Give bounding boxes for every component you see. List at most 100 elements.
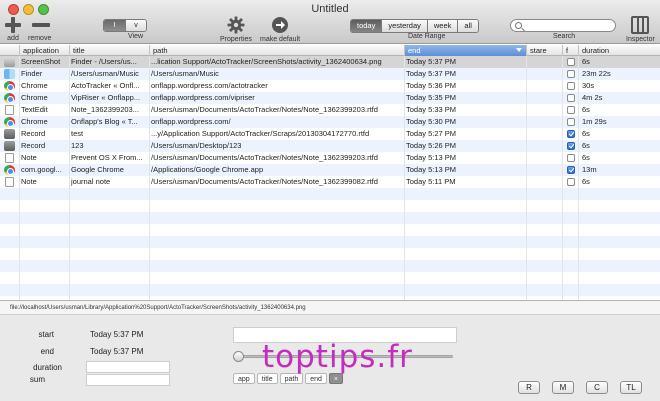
cell-application: Chrome: [21, 93, 48, 102]
cell-application: Record: [21, 141, 46, 150]
cell-path: /Applications/Google Chrome.app: [151, 165, 264, 174]
table-row[interactable]: Chrome Onflapp's Blog « T... onflapp.wordp…: [0, 116, 660, 128]
search-icon: [515, 22, 522, 29]
cell-duration: 6s: [582, 129, 590, 138]
tl-button[interactable]: TL: [620, 381, 642, 394]
remove-label: remove: [28, 35, 52, 42]
flag-checkbox[interactable]: [567, 94, 575, 102]
token-app[interactable]: app: [233, 373, 255, 384]
cell-duration: 23m 22s: [582, 69, 611, 78]
end-value: Today 5:37 PM: [90, 347, 144, 356]
inspector-button[interactable]: Inspector: [626, 16, 655, 43]
duration-field[interactable]: [86, 361, 170, 373]
table-row[interactable]: TextEdit Note_1362399203... /Users/usman/D…: [0, 104, 660, 116]
flag-checkbox[interactable]: [567, 82, 575, 90]
cell-title: test: [71, 129, 84, 138]
table-row[interactable]: Finder/Users/usman/Music/Users/usman/Mus…: [0, 68, 660, 80]
cell-title: journal note: [71, 177, 111, 186]
cell-duration: 30s: [582, 81, 595, 90]
column-header-path[interactable]: path: [149, 45, 404, 56]
flag-checkbox[interactable]: [567, 178, 575, 186]
sum-field[interactable]: [86, 374, 170, 386]
cell-application: com.googl...: [21, 165, 62, 174]
gear-icon: [227, 16, 245, 34]
table-row[interactable]: com.googl... Google Chrome/Applications/G…: [0, 164, 660, 176]
r-button[interactable]: R: [518, 381, 540, 394]
cell-path: /Users/usman/Documents/ActoTracker/Notes…: [151, 105, 378, 114]
m-button[interactable]: M: [552, 381, 574, 394]
flag-checkbox[interactable]: [567, 142, 575, 150]
range-today[interactable]: today: [351, 20, 382, 32]
empty-row: [0, 212, 660, 224]
start-value: Today 5:37 PM: [90, 330, 144, 339]
remove-button[interactable]: remove: [28, 17, 51, 42]
cell-end: Today 5:27 PM: [406, 129, 457, 138]
date-range-selector[interactable]: today yesterday week all: [350, 19, 479, 33]
range-all[interactable]: all: [457, 20, 478, 32]
column-header-title[interactable]: title: [69, 45, 149, 56]
cell-duration: 6s: [582, 177, 590, 186]
make-default-label: make default: [260, 36, 301, 43]
arrow-right-icon: [272, 17, 289, 33]
flag-checkbox[interactable]: [567, 130, 575, 138]
add-button[interactable]: add: [5, 17, 21, 42]
column-header-stare[interactable]: stare: [526, 45, 562, 56]
cell-duration: 6s: [582, 57, 590, 66]
table-row[interactable]: Chrome VipRiser « Onflapp... onflapp.wordp…: [0, 92, 660, 104]
plus-icon: [5, 17, 21, 33]
column-divider: [578, 56, 579, 300]
make-default-button[interactable]: make default: [260, 16, 300, 43]
view-toggle[interactable]: I v: [103, 19, 147, 32]
flag-checkbox[interactable]: [567, 70, 575, 78]
cell-title: ActoTracker « Onfl...: [71, 81, 140, 90]
cell-application: ScreenShot: [21, 57, 61, 66]
cell-application: TextEdit: [21, 105, 48, 114]
table-row[interactable]: Record 123/Users/usman/Desktop/123 Today 5…: [0, 140, 660, 152]
cell-duration: 1m 29s: [582, 117, 607, 126]
column-header-application[interactable]: application: [19, 45, 69, 56]
cell-title: Google Chrome: [71, 165, 124, 174]
watermark: toptips.fr: [262, 339, 413, 375]
search-input[interactable]: [510, 19, 616, 32]
flag-checkbox[interactable]: [567, 166, 575, 174]
date-range-label: Date Range: [408, 33, 446, 40]
column-header-duration[interactable]: duration: [578, 45, 660, 56]
range-week[interactable]: week: [426, 20, 458, 32]
minus-icon: [31, 17, 50, 33]
column-divider: [149, 56, 150, 300]
start-label: start: [38, 330, 54, 339]
cell-end: Today 5:35 PM: [406, 93, 457, 102]
table-row[interactable]: Chrome ActoTracker « Onfl... onflapp.wordp…: [0, 80, 660, 92]
cell-duration: 6s: [582, 141, 590, 150]
cell-path: onflapp.wordpress.com/actotracker: [151, 81, 268, 90]
view-list-option[interactable]: I: [104, 20, 125, 31]
view-detail-option[interactable]: v: [125, 20, 146, 31]
table-row[interactable]: Record test ...y/Application Support/ActoT…: [0, 128, 660, 140]
range-yesterday[interactable]: yesterday: [381, 20, 427, 32]
column-header-f[interactable]: f: [562, 45, 578, 56]
cell-end: Today 5:37 PM: [406, 57, 457, 66]
cell-path: /Users/usman/Documents/ActoTracker/Notes…: [151, 177, 378, 186]
table-row[interactable]: Note journal note/Users/usman/Documents/A…: [0, 176, 660, 188]
c-button[interactable]: C: [586, 381, 608, 394]
table-header: application title path end stare f durat…: [0, 45, 660, 56]
time-slider-knob[interactable]: [233, 351, 244, 362]
empty-row: [0, 236, 660, 248]
flag-checkbox[interactable]: [567, 118, 575, 126]
cell-path: onflapp.wordpress.com/: [151, 117, 231, 126]
flag-checkbox[interactable]: [567, 106, 575, 114]
table-row[interactable]: ScreenShot Finder - /Users/us... ...licati…: [0, 56, 660, 68]
flag-checkbox[interactable]: [567, 58, 575, 66]
cell-title: Prevent OS X From...: [71, 153, 143, 162]
inspector-label: Inspector: [626, 36, 655, 43]
column-header-end-label: end: [408, 46, 421, 55]
flag-checkbox[interactable]: [567, 154, 575, 162]
table-row[interactable]: Note Prevent OS X From... /Users/usman/Doc…: [0, 152, 660, 164]
column-header-icon[interactable]: [0, 45, 19, 56]
properties-label: Properties: [220, 36, 252, 43]
properties-button[interactable]: Properties: [220, 16, 252, 43]
empty-row: [0, 200, 660, 212]
window-toolbar: Untitled add remove I v View Properties …: [0, 0, 660, 44]
column-header-end[interactable]: end: [404, 45, 526, 56]
cell-end: Today 5:37 PM: [406, 69, 457, 78]
